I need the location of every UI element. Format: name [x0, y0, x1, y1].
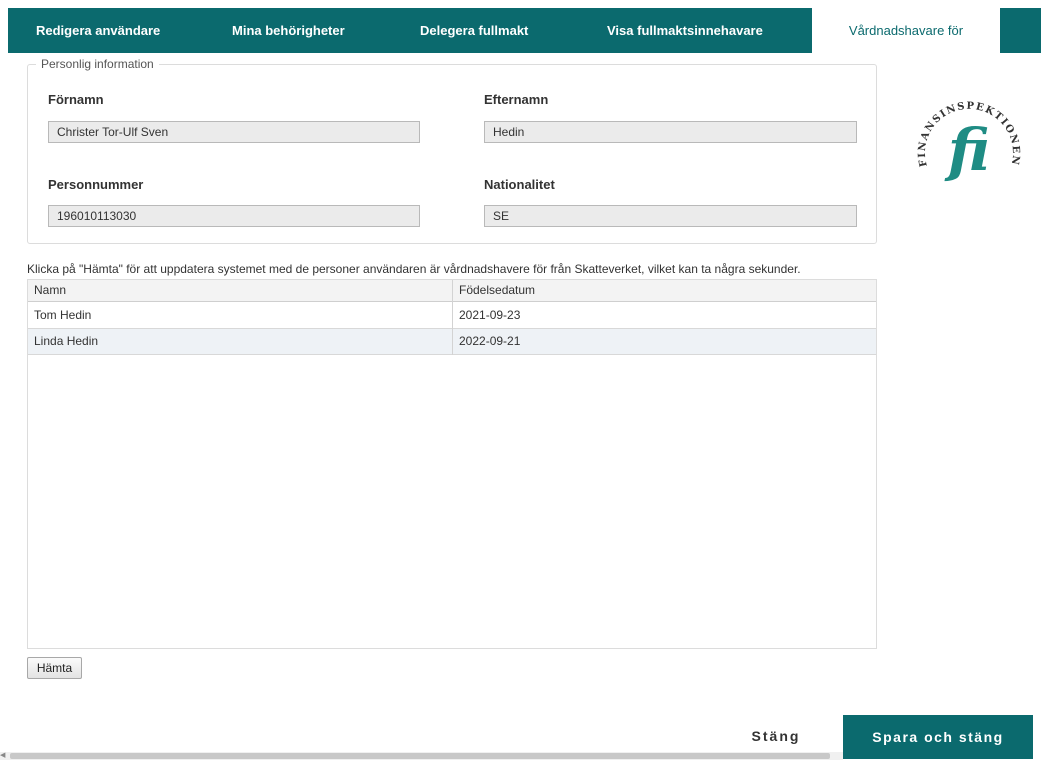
- personal-number-field[interactable]: [48, 205, 420, 227]
- scroll-left-icon[interactable]: ◀: [0, 752, 5, 760]
- row-name-cell: Tom Hedin: [34, 308, 92, 322]
- last-name-field[interactable]: [484, 121, 857, 143]
- personal-number-label: Personnummer: [48, 177, 144, 192]
- last-name-label: Efternamn: [484, 92, 549, 107]
- tab-show-attorney-holders[interactable]: Visa fullmaktsinnehavare: [607, 8, 763, 53]
- fetch-button[interactable]: Hämta: [27, 657, 82, 679]
- finansinspektionen-logo: FINANSINSPEKTIONEN fi: [905, 82, 1033, 200]
- nationality-label: Nationalitet: [484, 177, 555, 192]
- first-name-label: Förnamn: [48, 92, 104, 107]
- nationality-field[interactable]: [484, 205, 857, 227]
- row-birthdate-cell: 2022-09-21: [459, 334, 521, 348]
- logo-glyph: fi: [944, 116, 990, 184]
- personal-info-legend: Personlig information: [41, 57, 154, 71]
- fetch-hint-text: Klicka på "Hämta" för att uppdatera syst…: [27, 262, 801, 276]
- tab-my-permissions[interactable]: Mina behörigheter: [232, 8, 345, 53]
- column-header-name[interactable]: Namn: [28, 280, 452, 301]
- guardian-grid: Namn Födelsedatum Tom Hedin 2021-09-23 L…: [27, 279, 877, 649]
- save-and-close-button[interactable]: Spara och stäng: [843, 715, 1033, 759]
- column-divider: [452, 280, 453, 355]
- scrollbar-thumb[interactable]: [10, 753, 830, 759]
- fi-logo-icon: FINANSINSPEKTIONEN fi: [917, 101, 1020, 184]
- tab-guardian-for[interactable]: Vårdnadshavare för: [812, 8, 1000, 53]
- column-header-birthdate[interactable]: Födelsedatum: [453, 280, 876, 301]
- row-birthdate-cell: 2021-09-23: [459, 308, 521, 322]
- tab-edit-user[interactable]: Redigera användare: [36, 8, 160, 53]
- tab-bar: Redigera användare Mina behörigheter Del…: [8, 8, 1041, 53]
- first-name-field[interactable]: [48, 121, 420, 143]
- horizontal-scrollbar[interactable]: ◀: [0, 752, 843, 760]
- tab-delegate-power-of-attorney[interactable]: Delegera fullmakt: [420, 8, 528, 53]
- close-button[interactable]: Stäng: [716, 717, 836, 755]
- personal-info-panel: Personlig information Förnamn Efternamn …: [27, 57, 877, 244]
- row-name-cell: Linda Hedin: [34, 334, 99, 348]
